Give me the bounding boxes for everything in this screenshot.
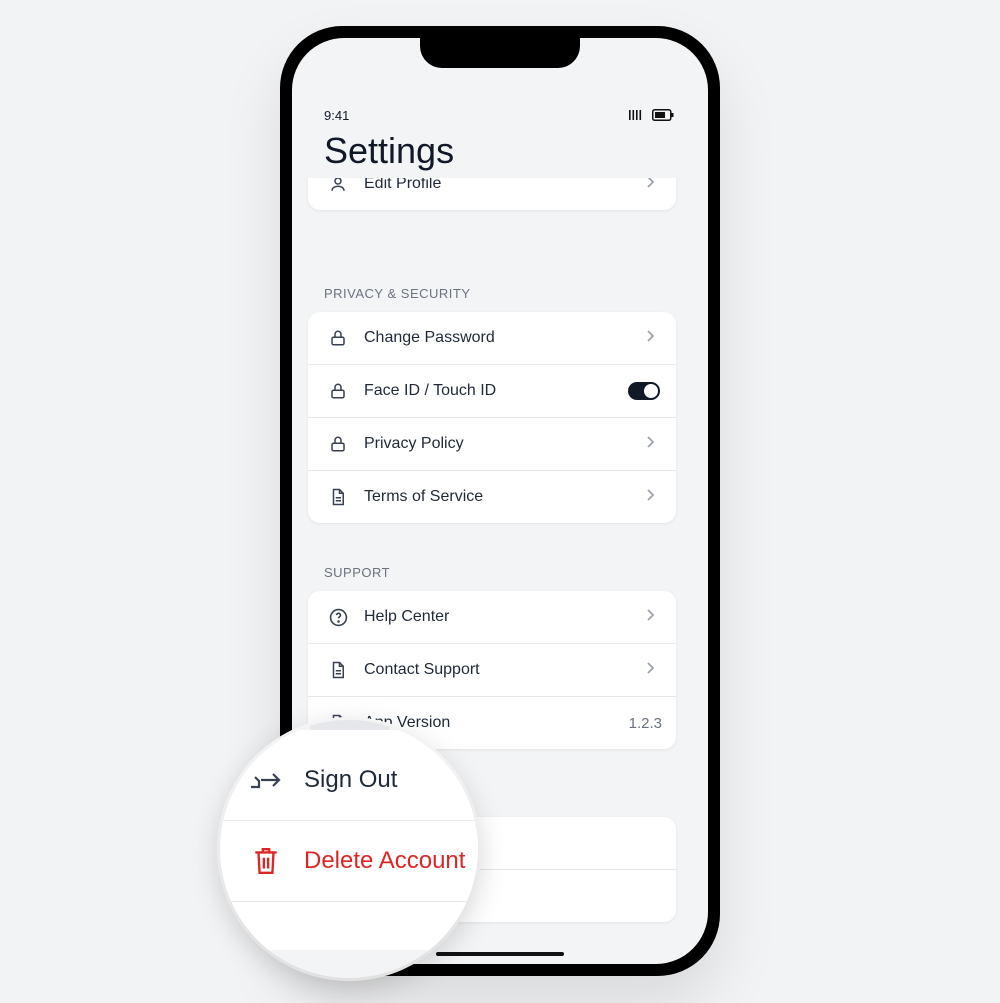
- document-icon: [328, 487, 348, 507]
- chevron-right-icon: [646, 608, 656, 627]
- row-contact-support[interactable]: Contact Support: [308, 644, 676, 697]
- document-icon: [328, 660, 348, 680]
- sign-out-label: Sign Out: [304, 766, 398, 793]
- section-title-privacy: PRIVACY & SECURITY: [324, 286, 471, 301]
- status-time: 9:41: [324, 108, 350, 123]
- magnified-actions-card: Sign Out Delete Account: [220, 730, 478, 950]
- sign-out-button[interactable]: Sign Out: [220, 740, 478, 821]
- privacy-card: Change Password Face ID / Touch ID Priva…: [308, 312, 676, 523]
- row-terms-of-service[interactable]: Terms of Service: [308, 471, 676, 523]
- row-privacy-policy[interactable]: Privacy Policy: [308, 418, 676, 471]
- notch: [420, 38, 580, 68]
- lock-icon: [328, 434, 348, 454]
- row-change-password[interactable]: Change Password: [308, 312, 676, 365]
- chevron-right-icon: [646, 329, 656, 348]
- battery-icon: [652, 108, 674, 126]
- status-icons: [628, 108, 674, 126]
- delete-account-button[interactable]: Delete Account: [220, 821, 478, 902]
- face-id-toggle[interactable]: [628, 382, 660, 400]
- account-card: Edit Profile: [308, 178, 676, 210]
- row-label: Change Password: [364, 329, 495, 346]
- row-edit-profile[interactable]: Edit Profile: [308, 178, 676, 210]
- sign-out-icon: [246, 769, 286, 791]
- chevron-right-icon: [646, 435, 656, 454]
- user-icon: [328, 178, 348, 194]
- trash-icon: [246, 846, 286, 876]
- row-label: Terms of Service: [364, 488, 484, 505]
- row-help-center[interactable]: Help Center: [308, 591, 676, 644]
- row-face-id[interactable]: Face ID / Touch ID: [308, 365, 676, 418]
- row-label: Contact Support: [364, 661, 480, 678]
- lock-icon: [328, 381, 348, 401]
- row-label: Help Center: [364, 608, 450, 625]
- page-title: Settings: [324, 130, 455, 171]
- chevron-right-icon: [646, 488, 656, 507]
- row-label: Privacy Policy: [364, 435, 464, 452]
- lock-icon: [328, 328, 348, 348]
- row-label: Edit Profile: [364, 178, 442, 192]
- section-title-support: SUPPORT: [324, 565, 391, 580]
- signal-icon: [628, 108, 644, 126]
- delete-account-label: Delete Account: [304, 847, 466, 874]
- home-indicator: [436, 952, 564, 956]
- help-circle-icon: [328, 607, 348, 627]
- row-label: Face ID / Touch ID: [364, 382, 497, 399]
- chevron-right-icon: [646, 661, 656, 680]
- magnifier-callout: Sign Out Delete Account: [220, 720, 478, 978]
- chevron-right-icon: [646, 178, 656, 194]
- app-version-value: 1.2.3: [628, 714, 662, 732]
